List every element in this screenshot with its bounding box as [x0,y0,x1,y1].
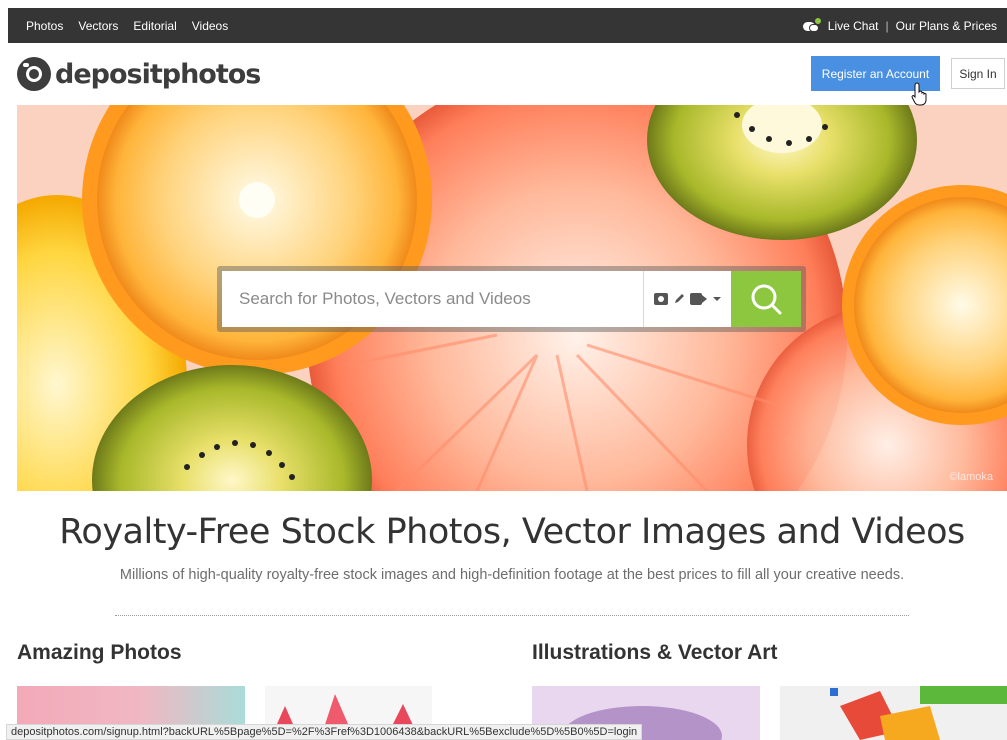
illustration-thumbnail[interactable] [780,686,1007,740]
top-bar: Photos Vectors Editorial Videos Live Cha… [8,8,1007,43]
top-separator: | [885,18,889,33]
live-chat-link[interactable]: Live Chat [828,19,879,33]
sign-in-button[interactable]: Sign In [951,58,1005,89]
plans-link[interactable]: Our Plans & Prices [896,19,997,33]
search-button[interactable] [731,271,801,327]
browser-status-bar: depositphotos.com/signup.html?backURL%5B… [6,724,643,740]
divider [115,615,909,616]
search-input[interactable] [239,284,634,314]
nav-videos[interactable]: Videos [192,19,228,33]
page-subheadline: Millions of high-quality royalty-free st… [119,567,905,583]
nav-photos[interactable]: Photos [26,19,63,33]
nav-editorial[interactable]: Editorial [133,19,176,33]
image-watermark: ©lamoka [949,471,993,483]
camera-icon [654,293,668,305]
pen-icon [675,294,684,303]
chevron-down-icon [713,297,721,301]
logo-text: depositphotos [55,58,261,90]
section-title-illustrations[interactable]: Illustrations & Vector Art [532,641,777,665]
section-title-amazing-photos[interactable]: Amazing Photos [17,641,182,665]
page-headline: Royalty-Free Stock Photos, Vector Images… [59,512,965,552]
search-type-selector[interactable] [643,271,721,327]
video-icon [690,293,707,305]
hand-cursor-icon [911,82,927,106]
search-box [222,271,731,327]
site-logo[interactable]: depositphotos [17,56,261,92]
logo-camera-icon [17,57,51,91]
top-right-links: Live Chat | Our Plans & Prices [802,8,997,43]
search-icon [751,284,782,315]
top-nav: Photos Vectors Editorial Videos [26,8,228,43]
live-chat-icon[interactable] [802,17,821,33]
nav-vectors[interactable]: Vectors [78,19,118,33]
